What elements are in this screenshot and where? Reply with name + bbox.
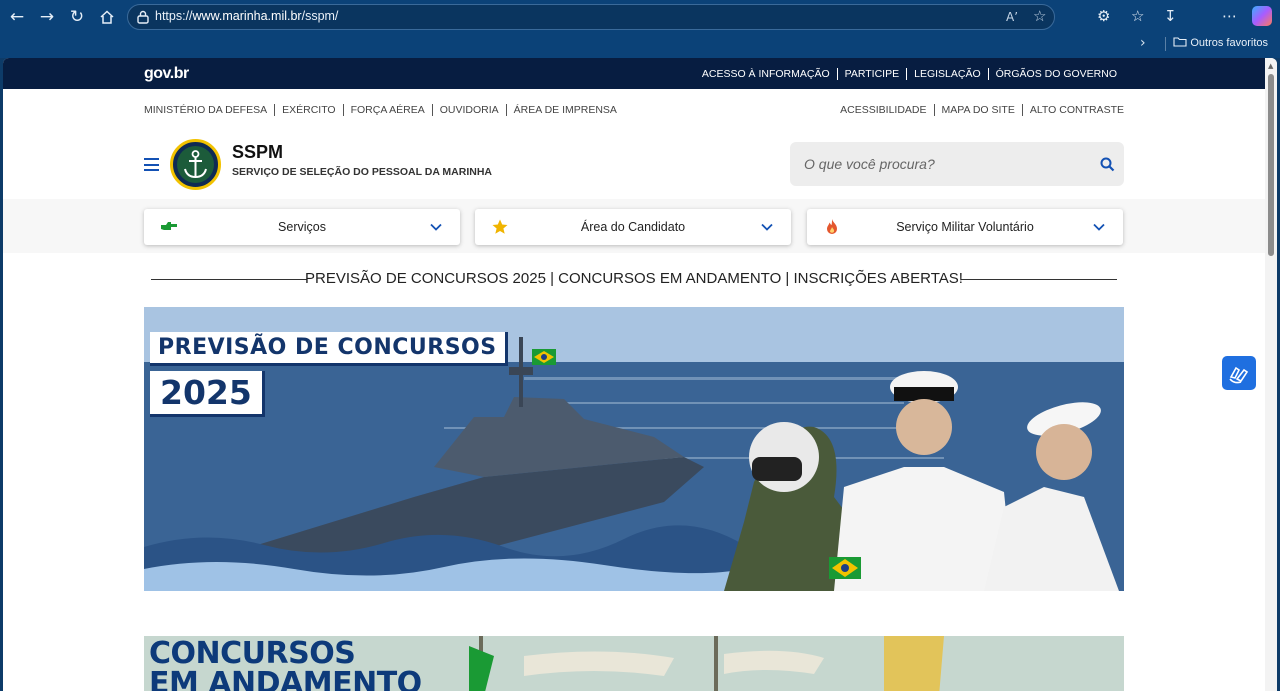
link-area-imprensa[interactable]: ÁREA DE IMPRENSA	[505, 104, 624, 116]
reload-icon[interactable]: ↻	[66, 6, 88, 28]
chevron-down-icon	[430, 223, 442, 231]
banner-concursos-andamento[interactable]: CONCURSOS EM ANDAMENTO	[144, 636, 1124, 691]
address-bar[interactable]: https://www.marinha.mil.br/sspm/ A’ ☆	[127, 4, 1055, 30]
scrollbar-thumb[interactable]	[1268, 74, 1274, 256]
link-forca-aerea[interactable]: FORÇA AÉREA	[342, 104, 432, 116]
folder-icon	[1173, 37, 1187, 47]
search-input[interactable]	[804, 154, 1084, 174]
vlibras-accessibility-button[interactable]	[1222, 356, 1256, 390]
institutional-links: MINISTÉRIO DA DEFESA EXÉRCITO FORÇA AÉRE…	[144, 104, 624, 116]
link-mapa-site[interactable]: MAPA DO SITE	[933, 104, 1022, 116]
page-viewport: gov.br ACESSO À INFORMAÇÃO PARTICIPE LEG…	[3, 58, 1277, 691]
link-alto-contraste[interactable]: ALTO CONTRASTE	[1021, 104, 1124, 116]
chevron-right-icon[interactable]: ›	[1140, 35, 1146, 51]
accessibility-links: ACESSIBILIDADE MAPA DO SITE ALTO CONTRAS…	[840, 104, 1124, 116]
menu-servico-militar-voluntario[interactable]: Serviço Militar Voluntário	[807, 209, 1123, 245]
search-icon[interactable]	[1100, 157, 1115, 172]
banner2-title: CONCURSOS EM ANDAMENTO	[149, 636, 422, 691]
site-title[interactable]: SSPM	[232, 142, 283, 163]
hero-banner-previsao-concursos[interactable]: PREVISÃO DE CONCURSOS 2025	[144, 307, 1124, 591]
home-icon[interactable]	[96, 6, 118, 28]
url-text: https://www.marinha.mil.br/sspm/	[155, 9, 339, 23]
downloads-icon[interactable]: ↧	[1164, 6, 1177, 26]
link-ouvidoria[interactable]: OUVIDORIA	[431, 104, 506, 116]
chevron-down-icon	[761, 223, 773, 231]
link-ministerio-defesa[interactable]: MINISTÉRIO DA DEFESA	[144, 104, 274, 116]
menu-area-candidato[interactable]: Área do Candidato	[475, 209, 791, 245]
navy-anchor-logo[interactable]	[170, 139, 221, 190]
lock-icon	[137, 10, 149, 24]
copilot-icon[interactable]	[1252, 6, 1272, 26]
back-icon[interactable]: ←	[6, 6, 28, 28]
gov-link-orgaos[interactable]: ÓRGÃOS DO GOVERNO	[987, 68, 1124, 80]
favorites-icon[interactable]: ☆	[1131, 6, 1144, 26]
link-exercito[interactable]: EXÉRCITO	[274, 104, 342, 116]
link-acessibilidade[interactable]: ACESSIBILIDADE	[840, 104, 933, 116]
other-favorites[interactable]: Outros favoritos	[1173, 36, 1268, 49]
menu-servico-militar-voluntario-label: Serviço Militar Voluntário	[896, 220, 1034, 234]
scroll-up-icon[interactable]: ▲	[1268, 62, 1273, 70]
gov-link-legislacao[interactable]: LEGISLAÇÃO	[906, 68, 988, 80]
menu-area-candidato-label: Área do Candidato	[580, 220, 686, 234]
extensions-icon[interactable]: ⚙	[1097, 6, 1110, 26]
gov-link-participe[interactable]: PARTICIPE	[836, 68, 906, 80]
menu-servicos-label: Serviços	[278, 220, 326, 234]
browser-chrome: ← → ↻ https://www.marinha.mil.br/sspm/ A…	[0, 0, 1280, 58]
banner-title-line2: 2025	[150, 371, 265, 417]
forward-icon[interactable]: →	[36, 6, 58, 28]
hamburger-menu-icon[interactable]	[144, 158, 159, 171]
gov-links: ACESSO À INFORMAÇÃO PARTICIPE LEGISLAÇÃO…	[695, 68, 1124, 80]
read-aloud-icon[interactable]: A’	[1006, 10, 1018, 24]
anchor-icon	[184, 150, 207, 179]
site-subtitle: SERVIÇO DE SELEÇÃO DO PESSOAL DA MARINHA	[232, 166, 493, 178]
favorite-star-icon[interactable]: ☆	[1033, 7, 1046, 25]
chevron-down-icon	[1093, 223, 1105, 231]
more-menu-icon[interactable]: ⋯	[1222, 6, 1237, 26]
search-box	[790, 142, 1124, 186]
gov-bar: gov.br ACESSO À INFORMAÇÃO PARTICIPE LEG…	[3, 58, 1265, 89]
banner-title-line1: PREVISÃO DE CONCURSOS	[150, 332, 508, 366]
menu-servicos[interactable]: Serviços	[144, 209, 460, 245]
gov-link-acesso-informacao[interactable]: ACESSO À INFORMAÇÃO	[695, 68, 837, 80]
section-headline: PREVISÃO DE CONCURSOS 2025 | CONCURSOS E…	[151, 270, 1117, 290]
sign-language-hands-icon	[1229, 366, 1249, 384]
govbr-logo[interactable]: gov.br	[144, 65, 189, 83]
headline-text: PREVISÃO DE CONCURSOS 2025 | CONCURSOS E…	[305, 270, 963, 287]
page-scrollbar[interactable]: ▲	[1265, 58, 1277, 691]
toolbar-divider	[1165, 37, 1166, 51]
